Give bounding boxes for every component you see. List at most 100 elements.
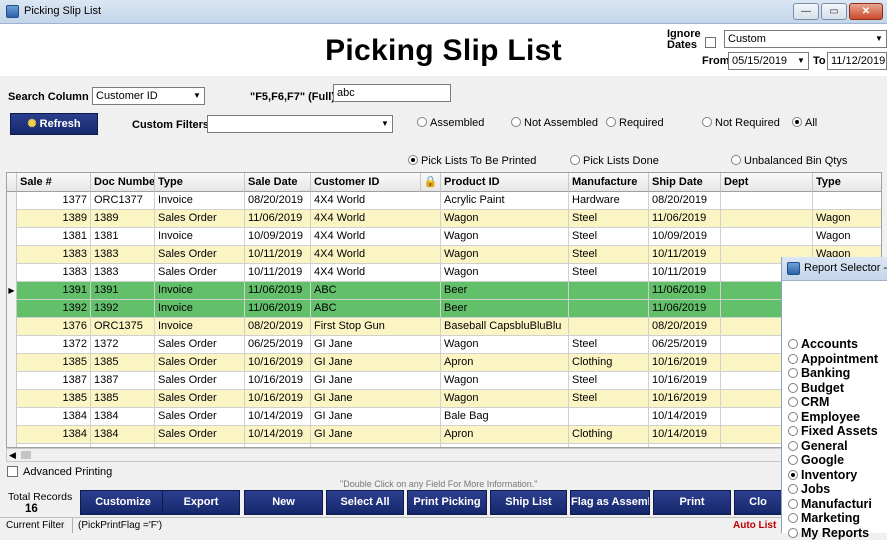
table-row[interactable]: 1384 1384 Sales Order 10/14/2019 GI Jane Bale…: [7, 408, 881, 426]
report-category-accounts[interactable]: Accounts: [788, 337, 858, 351]
cell-manufacture[interactable]: Steel: [569, 210, 649, 228]
close-list-button[interactable]: Clo: [734, 490, 782, 515]
cell-doc-number[interactable]: 1391: [91, 282, 155, 300]
cell-manufacture[interactable]: Steel: [569, 336, 649, 354]
table-row[interactable]: 1389 1389 Sales Order 11/06/2019 4X4 World Wa…: [7, 210, 881, 228]
report-category-google[interactable]: Google: [788, 453, 844, 467]
cell-type[interactable]: Invoice: [155, 300, 245, 318]
horizontal-scrollbar[interactable]: ◀: [6, 448, 882, 462]
radio-pick-lists-done[interactable]: Pick Lists Done: [570, 155, 659, 167]
cell-product-id[interactable]: Baseball CapsbluBluBlu: [441, 318, 569, 336]
from-date-picker[interactable]: 05/15/2019 ▼: [728, 52, 809, 70]
cell-doc-number[interactable]: 1383: [91, 246, 155, 264]
cell-type[interactable]: Sales Order: [155, 354, 245, 372]
report-category-appointment[interactable]: Appointment: [788, 352, 878, 366]
col-header-dept[interactable]: Dept: [721, 173, 813, 192]
cell-ship-date[interactable]: 11/06/2019: [649, 282, 721, 300]
cell-manufacture[interactable]: Steel: [569, 264, 649, 282]
cell-doc-number[interactable]: 1387: [91, 372, 155, 390]
table-row[interactable]: 1392 1392 Invoice 11/06/2019 ABC Beer 11/06/20…: [7, 300, 881, 318]
cell-product-id[interactable]: Wagon: [441, 264, 569, 282]
cell-product-id[interactable]: Apron: [441, 426, 569, 444]
cell-ship-date[interactable]: 11/06/2019: [649, 300, 721, 318]
cell-type[interactable]: Invoice: [155, 318, 245, 336]
col-header-type[interactable]: Type: [155, 173, 245, 192]
cell-ship-date[interactable]: 10/16/2019: [649, 372, 721, 390]
cell-type[interactable]: Sales Order: [155, 264, 245, 282]
cell-type-2[interactable]: Wagon: [813, 210, 881, 228]
cell-type-2[interactable]: Wagon: [813, 228, 881, 246]
cell-type[interactable]: Sales Order: [155, 408, 245, 426]
cell-sale-date[interactable]: 10/16/2019: [245, 390, 311, 408]
cell-sale-date[interactable]: 08/20/2019: [245, 318, 311, 336]
radio-required[interactable]: Required: [606, 117, 664, 129]
col-header-customer-id[interactable]: Customer ID: [311, 173, 421, 192]
radio-all[interactable]: All: [792, 117, 817, 129]
cell-product-id[interactable]: Wagon: [441, 336, 569, 354]
row-selector[interactable]: [7, 408, 17, 426]
row-selector[interactable]: [7, 318, 17, 336]
col-header-product-id[interactable]: Product ID: [441, 173, 569, 192]
cell-ship-date[interactable]: 10/09/2019: [649, 228, 721, 246]
scroll-thumb[interactable]: [21, 451, 31, 459]
cell-customer-id[interactable]: GI Jane: [311, 426, 441, 444]
cell-doc-number[interactable]: 1384: [91, 426, 155, 444]
radio-not-assembled[interactable]: Not Assembled: [511, 117, 598, 129]
table-row[interactable]: 1381 1381 Invoice 10/09/2019 4X4 World Wagon S…: [7, 228, 881, 246]
cell-type[interactable]: Sales Order: [155, 372, 245, 390]
to-date-picker[interactable]: 11/12/2019: [827, 52, 887, 70]
cell-doc-number[interactable]: 1385: [91, 390, 155, 408]
radio-unbalanced-bin-qtys[interactable]: Unbalanced Bin Qtys: [731, 155, 847, 167]
row-selector[interactable]: [7, 264, 17, 282]
cell-doc-number[interactable]: 1381: [91, 228, 155, 246]
export-button[interactable]: Export: [162, 490, 240, 515]
cell-customer-id[interactable]: GI Jane: [311, 372, 441, 390]
cell-sale[interactable]: 1377: [17, 192, 91, 210]
cell-doc-number[interactable]: 1384: [91, 408, 155, 426]
report-category-crm[interactable]: CRM: [788, 395, 829, 409]
radio-assembled[interactable]: Assembled: [417, 117, 484, 129]
cell-manufacture[interactable]: [569, 318, 649, 336]
col-header-doc-number[interactable]: Doc Number: [91, 173, 155, 192]
cell-product-id[interactable]: Wagon: [441, 228, 569, 246]
table-row[interactable]: 1384 1384 Sales Order 10/14/2019 GI Jane Apro…: [7, 426, 881, 444]
cell-sale-date[interactable]: 11/06/2019: [245, 282, 311, 300]
select-all-button[interactable]: Select All: [326, 490, 404, 515]
table-row[interactable]: 1385 1385 Sales Order 10/16/2019 GI Jane Wago…: [7, 390, 881, 408]
cell-sale-date[interactable]: 10/16/2019: [245, 354, 311, 372]
cell-sale-date[interactable]: 06/25/2019: [245, 336, 311, 354]
cell-manufacture[interactable]: Steel: [569, 390, 649, 408]
cell-product-id[interactable]: Wagon: [441, 210, 569, 228]
cell-doc-number[interactable]: 1383: [91, 264, 155, 282]
search-input[interactable]: abc: [333, 84, 451, 102]
auto-list-indicator[interactable]: Auto List: [733, 518, 776, 533]
report-category-employee[interactable]: Employee: [788, 410, 860, 424]
cell-type[interactable]: Sales Order: [155, 390, 245, 408]
row-selector[interactable]: [7, 354, 17, 372]
cell-customer-id[interactable]: GI Jane: [311, 390, 441, 408]
cell-ship-date[interactable]: 10/14/2019: [649, 408, 721, 426]
cell-sale-date[interactable]: 10/14/2019: [245, 426, 311, 444]
table-row[interactable]: 1376 ORC1375 Invoice 08/20/2019 First Stop G…: [7, 318, 881, 336]
cell-manufacture[interactable]: Clothing: [569, 354, 649, 372]
cell-customer-id[interactable]: First Stop Gun: [311, 318, 441, 336]
row-selector[interactable]: [7, 426, 17, 444]
radio-pick-lists-to-be-printed[interactable]: Pick Lists To Be Printed: [408, 155, 536, 167]
picking-slip-grid[interactable]: Sale # Doc Number Type Sale Date Custome…: [6, 172, 882, 448]
cell-ship-date[interactable]: 08/20/2019: [649, 192, 721, 210]
table-row[interactable]: 1372 1372 Sales Order 06/25/2019 GI Jane Wago…: [7, 336, 881, 354]
cell-type-2[interactable]: [813, 192, 881, 210]
cell-doc-number[interactable]: 1392: [91, 300, 155, 318]
cell-sale-date[interactable]: 10/14/2019: [245, 408, 311, 426]
cell-manufacture[interactable]: Steel: [569, 372, 649, 390]
cell-type[interactable]: Sales Order: [155, 426, 245, 444]
cell-sale[interactable]: 1384: [17, 426, 91, 444]
cell-sale[interactable]: 1385: [17, 354, 91, 372]
cell-type[interactable]: Invoice: [155, 228, 245, 246]
row-selector[interactable]: [7, 372, 17, 390]
cell-sale[interactable]: 1387: [17, 372, 91, 390]
ignore-dates-checkbox[interactable]: [705, 37, 716, 48]
report-category-banking[interactable]: Banking: [788, 366, 850, 380]
cell-customer-id[interactable]: 4X4 World: [311, 228, 441, 246]
cell-product-id[interactable]: Beer: [441, 300, 569, 318]
